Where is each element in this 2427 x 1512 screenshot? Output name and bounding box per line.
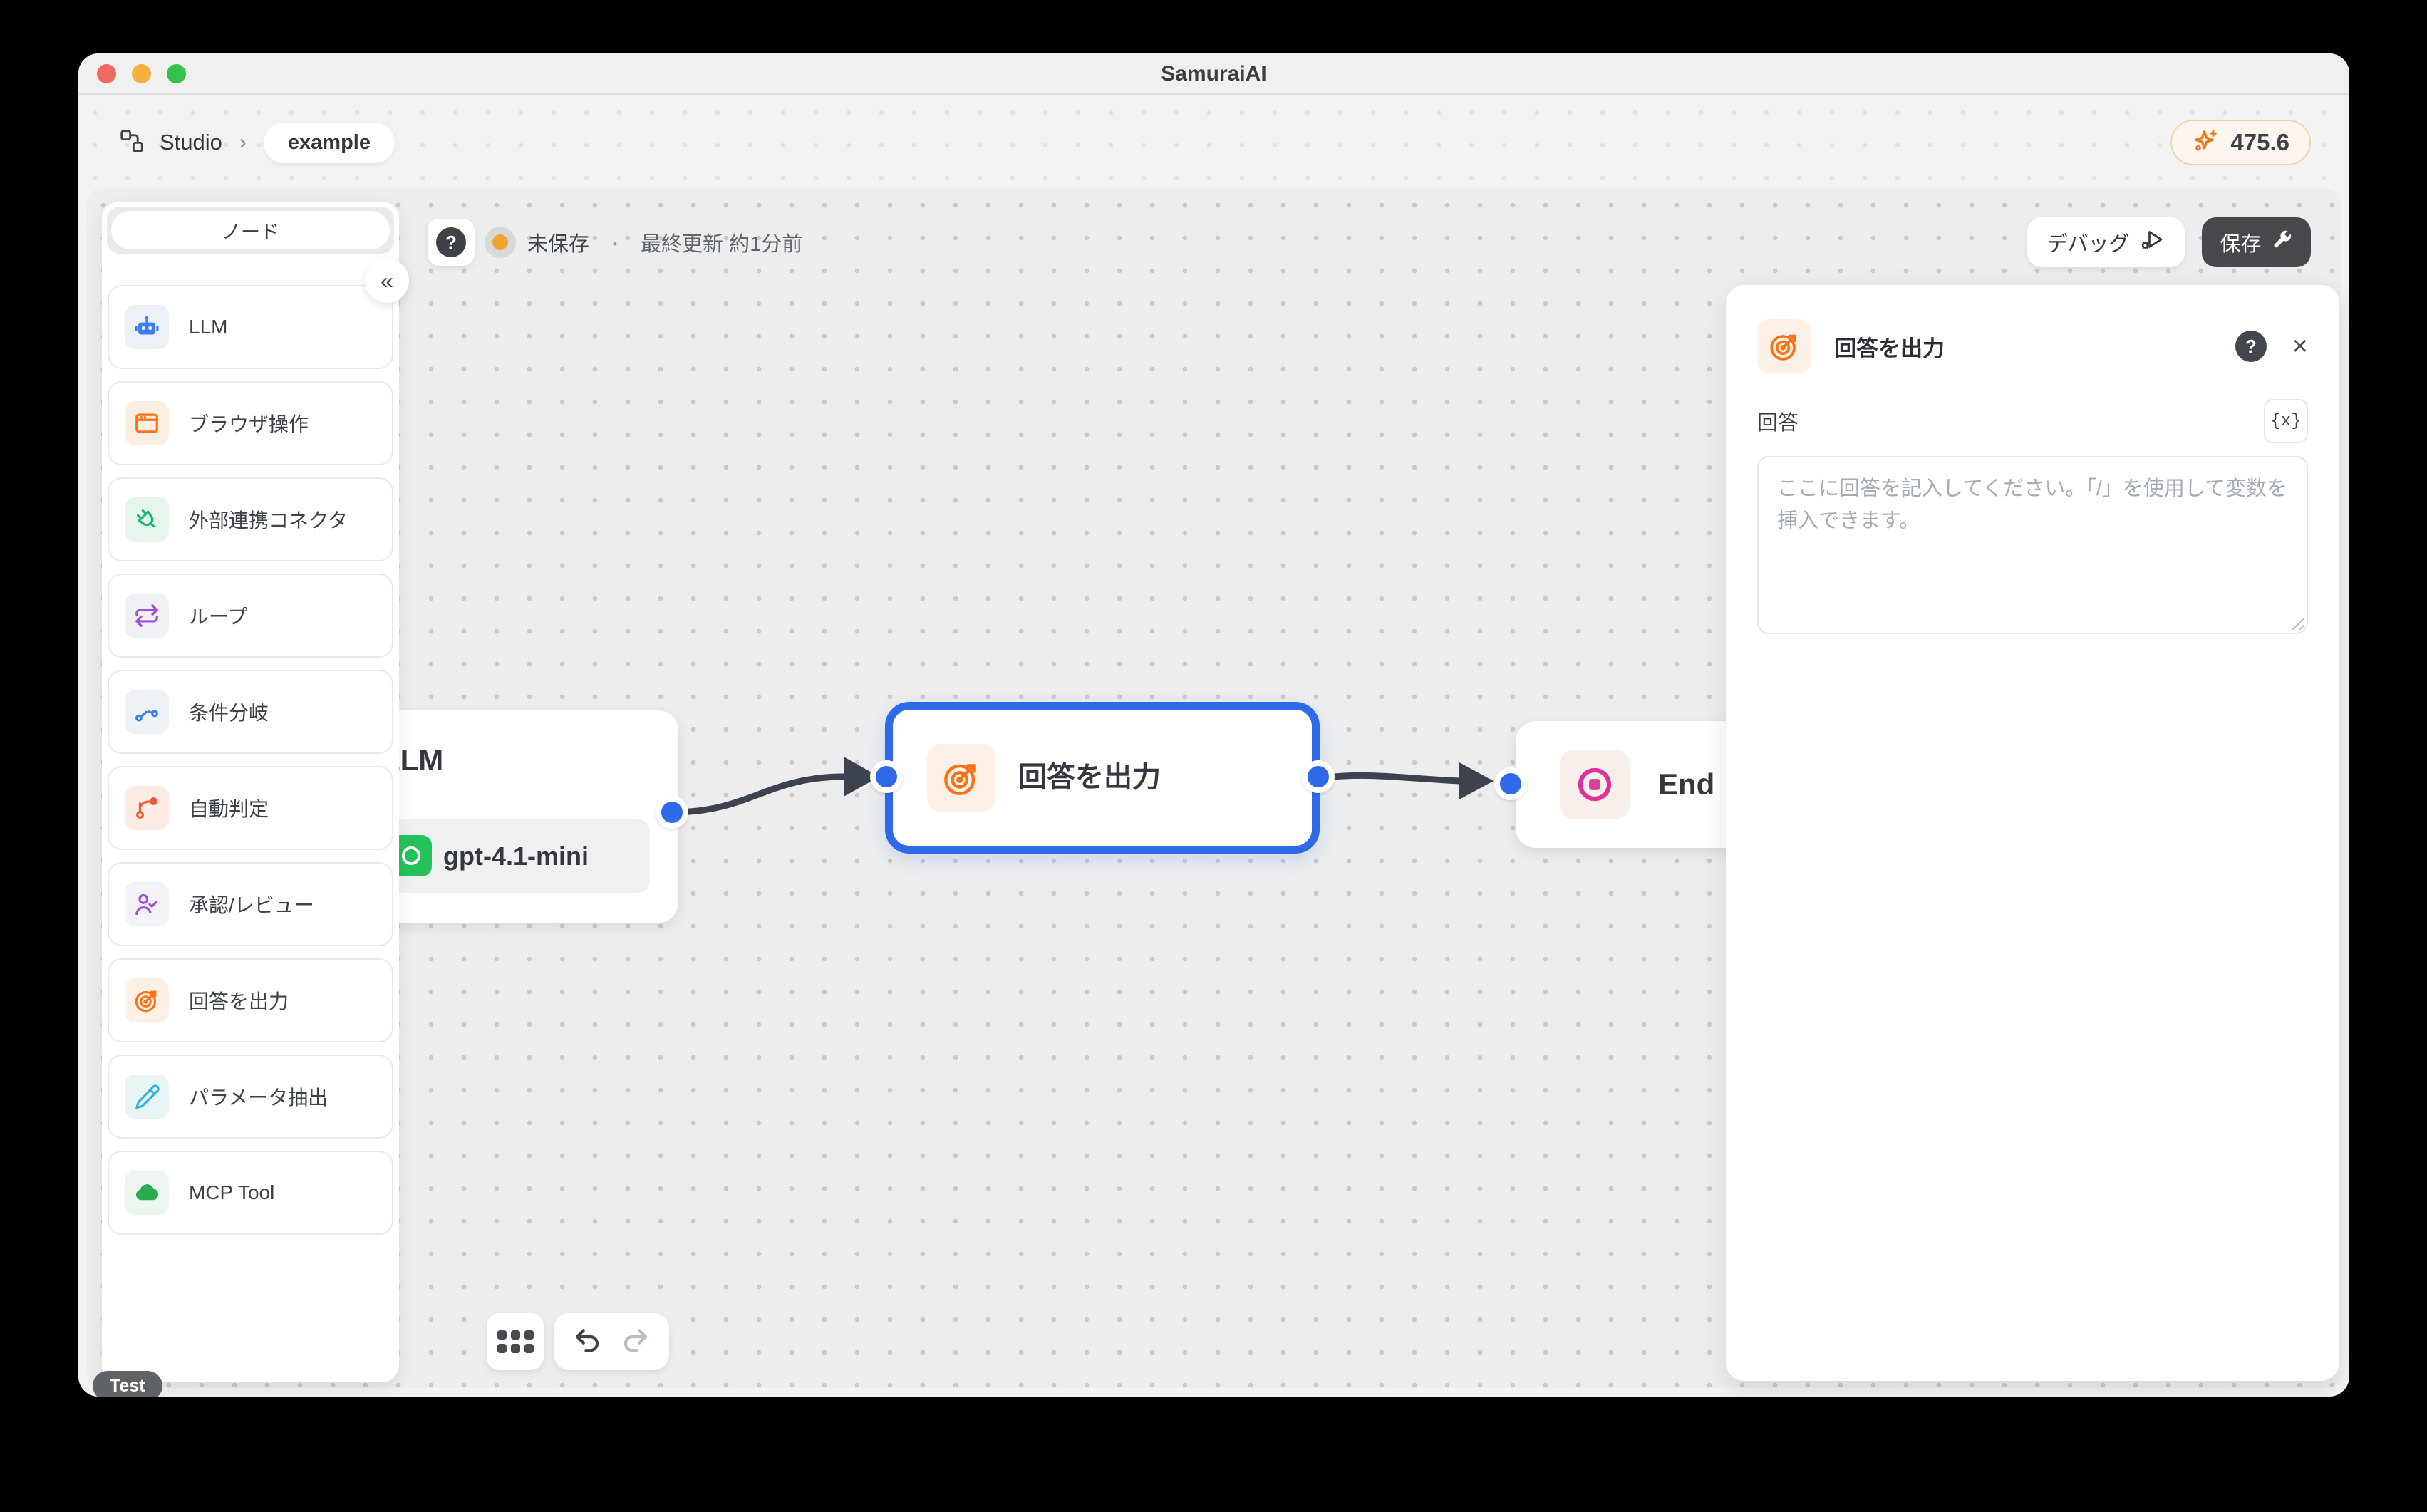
help-button[interactable]: ? [428, 219, 475, 266]
branch-icon [125, 786, 169, 830]
status-indicator-icon [485, 227, 516, 258]
sidebar-item-connector[interactable]: 外部連携コネクタ [108, 477, 393, 561]
debug-button[interactable]: デバッグ [2027, 217, 2185, 267]
browser-icon [125, 401, 169, 445]
status-unsaved: 未保存 [527, 233, 590, 256]
edge-llm-to-answer[interactable] [668, 773, 847, 816]
workflow-icon [118, 128, 145, 158]
save-status: 未保存 ・ 最終更新 約1分前 [485, 227, 802, 258]
sidebar-item-browser[interactable]: ブラウザ操作 [108, 381, 393, 465]
target-icon [1757, 319, 1811, 373]
split-icon [125, 690, 169, 734]
edge-end-arrowhead-icon [1459, 762, 1494, 799]
handle-end-target[interactable] [1494, 767, 1527, 800]
breadcrumb-current[interactable]: example [263, 122, 395, 163]
window-title: SamuraiAI [1161, 62, 1267, 86]
answer-textarea[interactable] [1757, 456, 2308, 634]
undo-button[interactable] [572, 1327, 602, 1357]
sidebar-item-label: 自動判定 [189, 798, 269, 820]
credits-value: 475.6 [2230, 129, 2289, 155]
robot-icon [125, 305, 169, 349]
sidebar-item-label: MCP Tool [189, 1181, 275, 1203]
node-answer-output[interactable]: 回答を出力 [885, 702, 1320, 854]
sidebar-item-label: 承認/レビュー [189, 894, 314, 916]
sidebar-header-label: ノード [111, 211, 390, 249]
sidebar-item-label: パラメータ抽出 [189, 1087, 328, 1109]
breadcrumb-separator: › [239, 130, 247, 154]
pencil-icon [125, 1075, 169, 1119]
panel-help-button[interactable]: ? [2235, 331, 2267, 362]
sidebar-item-label: ループ [189, 606, 248, 628]
sidebar-item-answer-output[interactable]: 回答を出力 [108, 958, 393, 1042]
status-updated: 最終更新 約1分前 [641, 233, 803, 256]
save-button[interactable]: 保存 [2202, 217, 2311, 267]
handle-answer-target[interactable] [870, 760, 903, 793]
loop-icon [125, 594, 169, 638]
plug-icon [125, 497, 169, 542]
sidebar-item-approval[interactable]: 承認/レビュー [108, 862, 393, 946]
breadcrumb-studio[interactable]: Studio [160, 130, 222, 155]
sidebar-item-label: ブラウザ操作 [189, 413, 309, 435]
end-icon [1560, 750, 1630, 819]
sidebar-node-list: LLM ブラウザ操作 外部連携コネクタ ループ 条件分岐 自動判定 承認/レビュ… [108, 285, 393, 1247]
save-button-label: 保存 [2220, 233, 2262, 256]
sidebar-collapse-button[interactable]: « [365, 259, 409, 303]
question-icon: ? [436, 227, 466, 257]
sidebar-item-condition[interactable]: 条件分岐 [108, 670, 393, 754]
model-name: gpt-4.1-mini [443, 842, 589, 871]
desktop-background: SamuraiAI Studio › example 475.6 ? 未保存 ・… [0, 0, 2427, 1512]
grid-button[interactable] [487, 1313, 544, 1370]
sidebar-item-loop[interactable]: ループ [108, 574, 393, 658]
node-end-title: End [1658, 767, 1715, 801]
panel-close-button[interactable]: × [2292, 333, 2308, 360]
credits-badge[interactable]: 475.6 [2170, 120, 2311, 165]
wrench-icon [2270, 228, 2293, 257]
sidebar-item-label: 回答を出力 [189, 990, 289, 1013]
sidebar-header: ノード [107, 207, 394, 254]
node-sidebar: ノード LLM ブラウザ操作 外部連携コネクタ ループ 条件分岐 自動判定 承認… [102, 202, 399, 1382]
target-icon [927, 744, 995, 812]
panel-title: 回答を出力 [1834, 336, 1945, 361]
undo-icon [575, 1329, 599, 1352]
sidebar-item-mcp-tool[interactable]: MCP Tool [108, 1151, 393, 1235]
answer-input-wrapper [1757, 456, 2308, 634]
dots-grid-icon [497, 1330, 534, 1353]
edge-answer-to-end[interactable] [1331, 772, 1463, 785]
sidebar-item-auto-judge[interactable]: 自動判定 [108, 766, 393, 850]
panel-header: 回答を出力 ? × [1757, 319, 2308, 373]
debug-button-label: デバッグ [2046, 233, 2130, 256]
toolbar: Studio › example 475.6 [78, 96, 2349, 189]
user-check-icon [125, 882, 169, 926]
answer-field-row: 回答 {x} [1757, 399, 2308, 443]
redo-button[interactable] [621, 1327, 651, 1357]
variable-insert-button[interactable]: {x} [2264, 399, 2308, 443]
answer-field-label: 回答 [1757, 412, 1799, 435]
history-controls [554, 1313, 669, 1370]
sidebar-item-param-extract[interactable]: パラメータ抽出 [108, 1055, 393, 1139]
sparkle-icon [2192, 127, 2220, 159]
model-chip[interactable]: gpt-4.1-mini [385, 819, 650, 893]
properties-panel: 回答を出力 ? × 回答 {x} [1726, 285, 2339, 1381]
app-window: SamuraiAI Studio › example 475.6 ? 未保存 ・… [78, 53, 2349, 1397]
cloud-icon [125, 1171, 169, 1215]
test-badge: Test [93, 1371, 162, 1397]
sidebar-item-label: 条件分岐 [189, 702, 269, 724]
bug-play-icon [2140, 227, 2165, 258]
sidebar-item-label: 外部連携コネクタ [189, 509, 348, 532]
breadcrumb: Studio › example [118, 96, 395, 189]
status-separator: ・ [606, 234, 624, 254]
sidebar-item-llm[interactable]: LLM [108, 285, 393, 369]
target-icon [125, 978, 169, 1022]
handle-llm-source[interactable] [656, 796, 688, 829]
titlebar: SamuraiAI [78, 53, 2349, 95]
node-answer-title: 回答を出力 [1018, 762, 1161, 793]
handle-answer-source[interactable] [1302, 760, 1335, 793]
redo-icon [623, 1329, 648, 1352]
sidebar-item-label: LLM [189, 316, 228, 338]
